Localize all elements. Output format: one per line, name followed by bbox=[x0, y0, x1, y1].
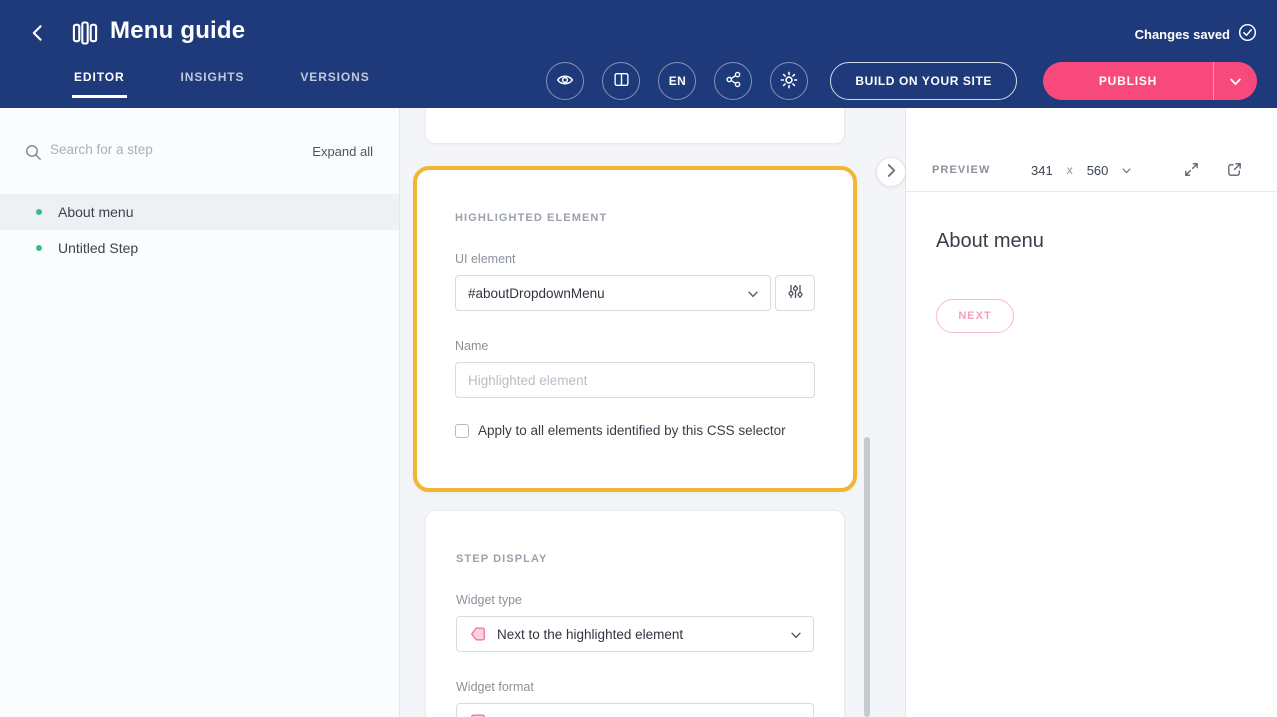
layout-columns-icon bbox=[613, 71, 630, 91]
preview-next-button[interactable]: NEXT bbox=[936, 299, 1014, 333]
chevron-down-icon bbox=[1122, 161, 1131, 179]
page-title: Menu guide bbox=[110, 17, 245, 45]
preview-header: PREVIEW 341 x 560 bbox=[906, 150, 1277, 192]
publish-button[interactable]: PUBLISH bbox=[1043, 62, 1213, 100]
step-label: About menu bbox=[58, 204, 134, 220]
tab-versions[interactable]: VERSIONS bbox=[298, 66, 371, 98]
section-title: STEP DISPLAY bbox=[456, 553, 814, 565]
preview-step-title: About menu bbox=[936, 230, 1044, 253]
language-label: EN bbox=[669, 74, 686, 88]
preview-width-value: 341 bbox=[1031, 163, 1053, 178]
changes-saved-label: Changes saved bbox=[1135, 27, 1230, 42]
gear-icon bbox=[780, 71, 798, 92]
chevron-down-icon bbox=[1230, 74, 1241, 89]
editor-scrollbar-thumb[interactable] bbox=[864, 437, 870, 717]
apply-all-checkbox[interactable] bbox=[455, 424, 469, 438]
highlighted-element-card: HIGHLIGHTED ELEMENT UI element #aboutDro… bbox=[413, 166, 857, 492]
expand-all-link[interactable]: Expand all bbox=[312, 144, 373, 159]
step-display-card: STEP DISPLAY Widget type Next to the hig… bbox=[425, 510, 845, 717]
top-bar: Menu guide Changes saved EDITOR INSIGHTS… bbox=[0, 0, 1277, 108]
step-item-untitled-step[interactable]: Untitled Step bbox=[0, 230, 399, 266]
section-title: HIGHLIGHTED ELEMENT bbox=[455, 212, 815, 224]
share-icon bbox=[725, 71, 742, 91]
chevron-right-icon bbox=[887, 164, 896, 180]
build-on-your-site-button[interactable]: BUILD ON YOUR SITE bbox=[830, 62, 1017, 100]
topbar-actions: EN bbox=[528, 62, 1257, 100]
widget-format-label: Widget format bbox=[456, 680, 814, 694]
widget-format-icon bbox=[469, 712, 487, 717]
preview-panel: PREVIEW 341 x 560 bbox=[905, 108, 1277, 717]
step-list: About menu Untitled Step bbox=[0, 194, 399, 266]
language-button[interactable]: EN bbox=[658, 62, 696, 100]
widget-type-label: Widget type bbox=[456, 593, 814, 607]
widget-type-select[interactable]: Next to the highlighted element bbox=[456, 616, 814, 652]
selector-settings-button[interactable] bbox=[775, 275, 815, 311]
apply-all-row: Apply to all elements identified by this… bbox=[455, 423, 815, 438]
chevron-down-icon bbox=[748, 286, 758, 301]
eye-icon bbox=[556, 71, 574, 92]
widget-type-value: Next to the highlighted element bbox=[497, 627, 683, 642]
step-status-dot bbox=[36, 209, 42, 215]
previous-settings-card-partial bbox=[425, 108, 845, 144]
chevron-down-icon bbox=[791, 627, 801, 642]
tab-insights[interactable]: INSIGHTS bbox=[179, 66, 247, 98]
fullscreen-preview-button[interactable] bbox=[1183, 161, 1200, 181]
chevron-left-icon bbox=[28, 23, 48, 46]
preview-header-actions bbox=[1183, 161, 1243, 181]
sliders-icon bbox=[787, 283, 804, 303]
preview-height-value: 560 bbox=[1087, 163, 1109, 178]
tab-editor[interactable]: EDITOR bbox=[72, 66, 127, 98]
external-link-icon bbox=[1226, 161, 1243, 181]
preview-size-separator: x bbox=[1067, 163, 1073, 177]
layout-button[interactable] bbox=[602, 62, 640, 100]
changes-saved-status: Changes saved bbox=[1135, 23, 1257, 45]
ui-element-select[interactable]: #aboutDropdownMenu bbox=[455, 275, 771, 311]
editor-tabs: EDITOR INSIGHTS VERSIONS bbox=[72, 66, 372, 98]
step-item-about-menu[interactable]: About menu bbox=[0, 194, 399, 230]
preview-size-select[interactable]: 341 x 560 bbox=[1031, 161, 1131, 179]
check-circle-icon bbox=[1238, 23, 1257, 45]
ui-element-value: #aboutDropdownMenu bbox=[468, 286, 605, 301]
preview-title: PREVIEW bbox=[932, 164, 990, 176]
open-in-new-tab-button[interactable] bbox=[1226, 161, 1243, 181]
share-button[interactable] bbox=[714, 62, 752, 100]
app-logo-icon bbox=[70, 18, 100, 48]
ui-element-label: UI element bbox=[455, 252, 815, 266]
steps-sidebar: Expand all About menu Untitled Step bbox=[0, 108, 400, 717]
app-root: Menu guide Changes saved EDITOR INSIGHTS… bbox=[0, 0, 1277, 717]
widget-type-icon bbox=[469, 625, 487, 643]
publish-split-button: PUBLISH bbox=[1043, 62, 1257, 100]
element-name-input[interactable] bbox=[455, 362, 815, 398]
ui-element-row: #aboutDropdownMenu bbox=[455, 275, 815, 311]
collapse-preview-button[interactable] bbox=[876, 157, 906, 187]
widget-type-row: Next to the highlighted element bbox=[456, 616, 814, 652]
widget-format-row bbox=[456, 703, 814, 717]
preview-eye-button[interactable] bbox=[546, 62, 584, 100]
step-status-dot bbox=[36, 245, 42, 251]
step-label: Untitled Step bbox=[58, 240, 138, 256]
publish-dropdown-button[interactable] bbox=[1213, 62, 1257, 100]
search-icon bbox=[25, 144, 42, 166]
settings-button[interactable] bbox=[770, 62, 808, 100]
name-label: Name bbox=[455, 339, 815, 353]
widget-format-select[interactable] bbox=[456, 703, 814, 717]
step-search-row: Expand all bbox=[0, 108, 399, 188]
search-input[interactable] bbox=[50, 142, 240, 157]
expand-arrows-icon bbox=[1183, 161, 1200, 181]
back-button[interactable] bbox=[22, 18, 54, 50]
apply-all-label: Apply to all elements identified by this… bbox=[478, 423, 786, 438]
